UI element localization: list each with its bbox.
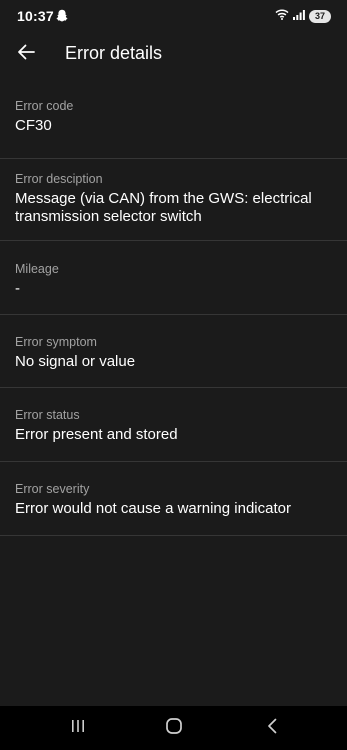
details-list: Error code CF30 Error desciption Message… xyxy=(0,82,347,536)
detail-value: Error present and stored xyxy=(15,426,178,443)
home-button[interactable] xyxy=(162,716,186,740)
detail-label: Error status xyxy=(15,408,80,422)
status-indicators: 37 xyxy=(275,9,331,23)
wifi-icon xyxy=(275,7,289,25)
detail-value: - xyxy=(15,280,20,297)
detail-value: No signal or value xyxy=(15,353,136,370)
detail-label: Error desciption xyxy=(15,172,103,186)
detail-item-error-symptom: Error symptom No signal or value xyxy=(0,315,347,388)
detail-item-mileage: Mileage - xyxy=(0,241,347,315)
status-bar: 10:37 37 xyxy=(0,0,347,32)
signal-icon xyxy=(293,7,305,25)
recents-button[interactable] xyxy=(66,716,90,740)
arrow-back-icon xyxy=(17,44,35,65)
detail-item-error-code: Error code CF30 xyxy=(0,82,347,159)
detail-item-error-description: Error desciption Message (via CAN) from … xyxy=(0,159,347,241)
detail-value: Message (via CAN) from the GWS: electric… xyxy=(15,190,312,225)
nav-back-button[interactable] xyxy=(260,716,284,740)
back-button[interactable] xyxy=(12,40,40,68)
detail-label: Error severity xyxy=(15,482,90,496)
detail-label: Error symptom xyxy=(15,335,97,349)
app-bar: Error details xyxy=(0,32,347,76)
nav-back-icon xyxy=(266,718,278,739)
detail-item-error-severity: Error severity Error would not cause a w… xyxy=(0,462,347,536)
snapchat-ghost-icon xyxy=(56,9,68,22)
system-nav-bar xyxy=(0,706,347,750)
recents-icon xyxy=(70,719,86,738)
home-icon xyxy=(165,717,183,740)
page-title: Error details xyxy=(65,43,163,63)
detail-item-error-status: Error status Error present and stored xyxy=(0,388,347,462)
detail-label: Error code xyxy=(15,99,74,113)
detail-value: CF30 xyxy=(15,117,52,134)
battery-indicator: 37 xyxy=(309,9,331,23)
detail-label: Mileage xyxy=(15,262,59,276)
status-time: 10:37 xyxy=(17,8,54,24)
detail-value: Error would not cause a warning indicato… xyxy=(15,500,291,517)
